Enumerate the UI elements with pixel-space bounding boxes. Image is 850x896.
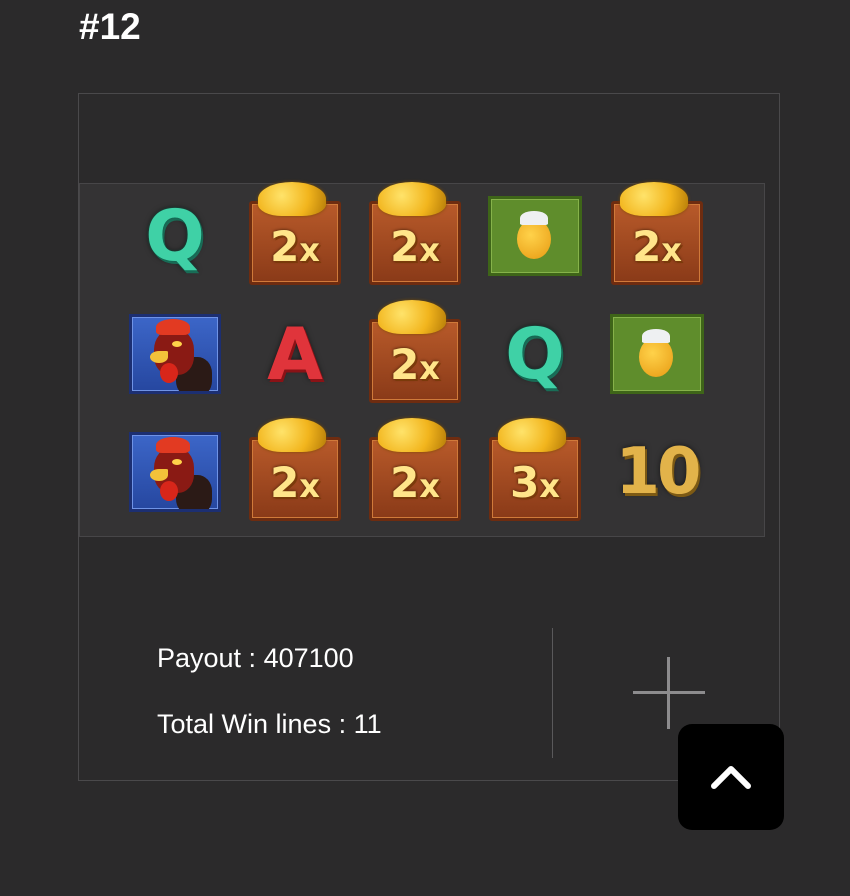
gold-pile-icon (498, 418, 566, 452)
gold-pile-icon (258, 182, 326, 216)
multiplier-value: 3x (492, 458, 578, 507)
multiplier-x: x (419, 467, 440, 505)
payout-text: Payout : 407100 (157, 643, 354, 673)
multiplier-x: x (419, 231, 440, 269)
multiplier-tile: 3x (489, 418, 581, 521)
symbol-label: 10 (615, 435, 701, 509)
multiplier-value: 2x (252, 222, 338, 271)
gold-multiplier-3x-icon: 3x (485, 418, 585, 522)
rooster-symbol-icon (125, 304, 225, 404)
a-symbol-icon: A (245, 304, 345, 404)
gold-multiplier-2x-icon: 2x (607, 182, 707, 286)
multiplier-tile: 2x (249, 182, 341, 285)
multiplier-tile: 2x (369, 300, 461, 403)
gold-multiplier-2x-icon: 2x (365, 418, 465, 522)
multiplier-number: 2 (390, 222, 420, 271)
gold-multiplier-2x-icon: 2x (365, 300, 465, 404)
rooster-symbol-icon (125, 422, 225, 522)
multiplier-x: x (299, 231, 320, 269)
ten-symbol-icon: 10 (607, 422, 707, 522)
multiplier-number: 3 (510, 458, 540, 507)
gold-multiplier-2x-icon: 2x (365, 182, 465, 286)
multiplier-number: 2 (632, 222, 662, 271)
scroll-to-top-button[interactable] (678, 724, 784, 830)
chick-tile (610, 314, 704, 394)
q-symbol-icon: Q (125, 186, 225, 286)
win-lines-text: Total Win lines : 11 (157, 709, 382, 739)
gold-pile-icon (620, 182, 688, 216)
gold-pile-icon (258, 418, 326, 452)
rooster-tile (129, 314, 221, 394)
multiplier-tile: 2x (369, 182, 461, 285)
multiplier-value: 2x (372, 222, 458, 271)
q-symbol-icon: Q (485, 304, 585, 404)
multiplier-number: 2 (270, 458, 300, 507)
multiplier-x: x (419, 349, 440, 387)
multiplier-tile: 2x (611, 182, 703, 285)
chevron-up-icon (711, 766, 751, 789)
gold-pile-icon (378, 300, 446, 334)
multiplier-value: 2x (372, 458, 458, 507)
gold-pile-icon (378, 182, 446, 216)
multiplier-x: x (539, 467, 560, 505)
result-title: #12 (79, 6, 141, 47)
multiplier-x: x (661, 231, 682, 269)
gold-pile-icon (378, 418, 446, 452)
rooster-tile (129, 432, 221, 512)
multiplier-number: 2 (390, 340, 420, 389)
symbol-label: Q (505, 313, 565, 395)
gold-multiplier-2x-icon: 2x (245, 418, 345, 522)
multiplier-tile: 2x (369, 418, 461, 521)
multiplier-number: 2 (390, 458, 420, 507)
symbol-label: Q (145, 195, 205, 277)
chick-tile (488, 196, 582, 276)
multiplier-value: 2x (252, 458, 338, 507)
chick-symbol-icon (485, 186, 585, 286)
multiplier-number: 2 (270, 222, 300, 271)
plus-icon[interactable] (633, 657, 705, 729)
multiplier-value: 2x (372, 340, 458, 389)
multiplier-tile: 2x (249, 418, 341, 521)
multiplier-x: x (299, 467, 320, 505)
chick-symbol-icon (607, 304, 707, 404)
gold-multiplier-2x-icon: 2x (245, 182, 345, 286)
multiplier-value: 2x (614, 222, 700, 271)
divider (552, 628, 553, 758)
reel-grid: Q 2x 2x 2x A 2x Q 2x 2x 3x 10 (79, 182, 765, 537)
symbol-label: A (267, 312, 323, 396)
